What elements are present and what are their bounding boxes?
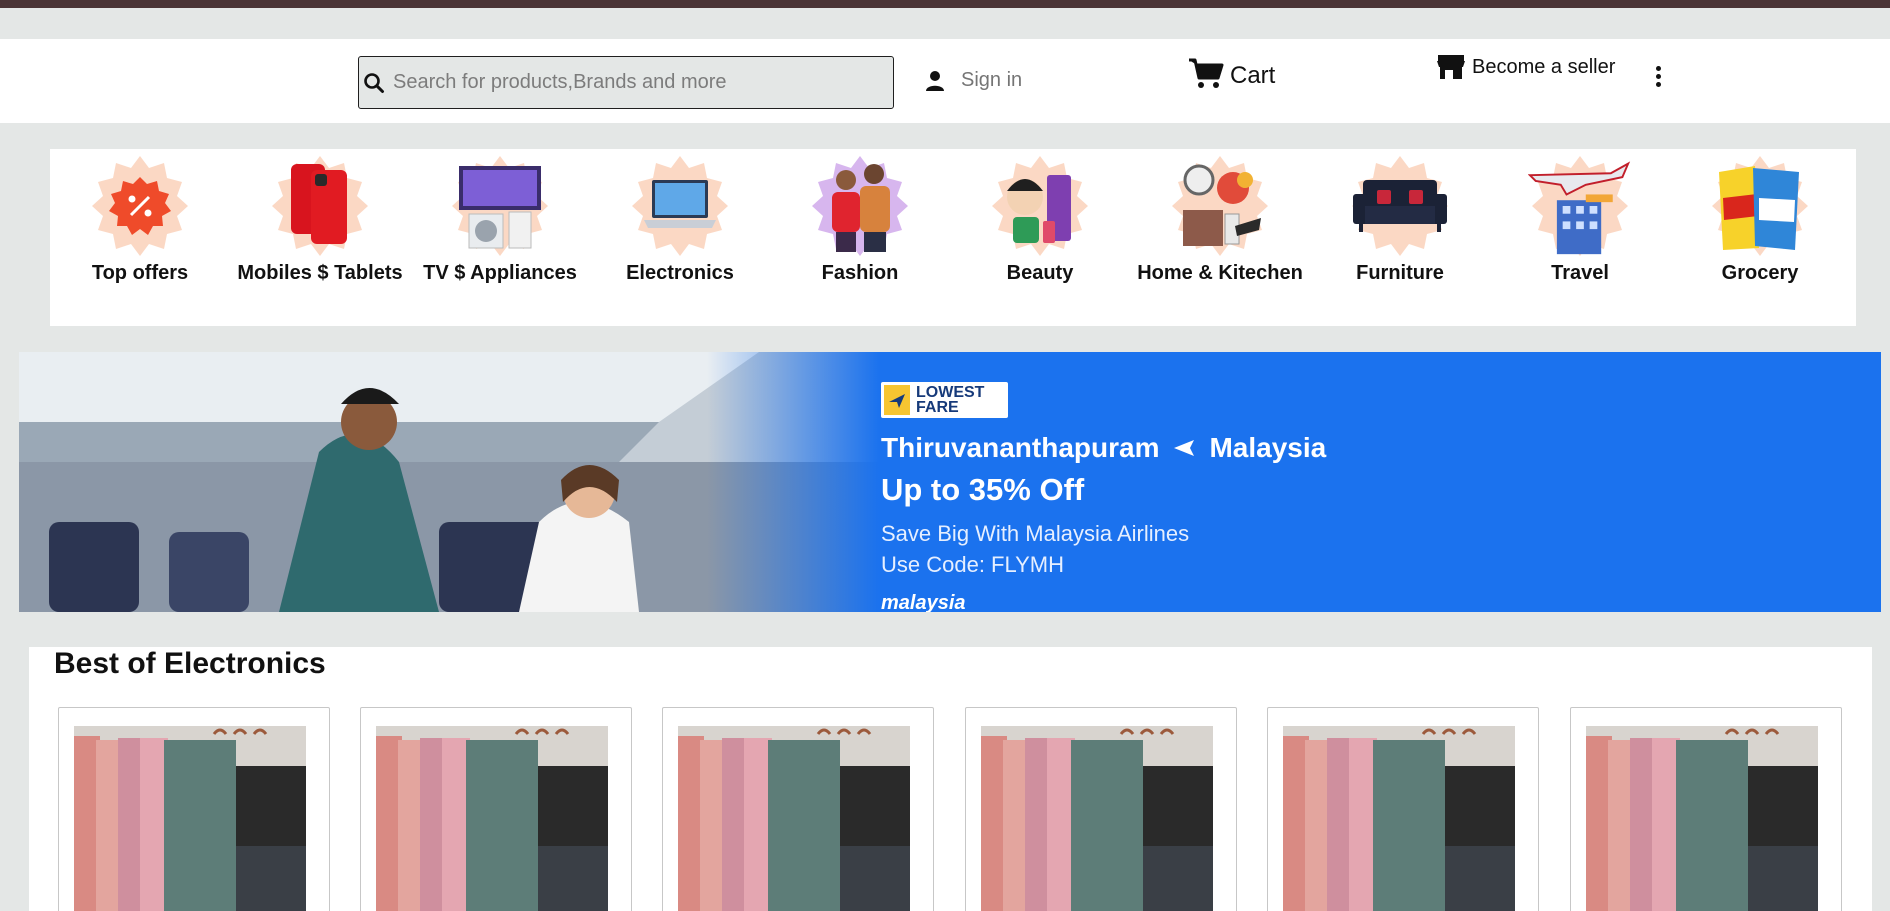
offer-headline: Up to 35% Off xyxy=(881,472,1085,507)
plane-icon xyxy=(1174,440,1195,456)
category-label: Fashion xyxy=(821,262,899,284)
category-label: Grocery xyxy=(1721,262,1799,284)
category-top-offers[interactable]: Top offers xyxy=(50,149,230,326)
airline-logo: malaysia xyxy=(881,592,966,612)
search-input[interactable] xyxy=(393,71,873,94)
towel-rack-image xyxy=(74,726,306,911)
cart-label: Cart xyxy=(1230,62,1276,89)
category-electronics[interactable]: Electronics xyxy=(590,149,770,326)
search-icon xyxy=(364,72,384,93)
beauty-icon xyxy=(1007,175,1071,243)
more-options-icon[interactable] xyxy=(1648,63,1668,89)
badge-text: LOWEST FARE xyxy=(916,384,985,416)
product-card[interactable] xyxy=(1570,707,1842,911)
towel-rack-image xyxy=(678,726,910,911)
airplane-icon xyxy=(889,394,905,408)
category-home-kitchen[interactable]: Home & Kitechen xyxy=(1130,149,1310,326)
category-bar: Top offers Mobiles $ Tablets TV $ Applia xyxy=(50,149,1856,326)
become-seller-button[interactable]: Become a seller xyxy=(1436,54,1615,80)
category-label: Electronics xyxy=(626,262,734,284)
towel-rack-image xyxy=(376,726,608,911)
airline-cabin-image xyxy=(19,352,879,612)
tv-icon xyxy=(459,166,541,249)
category-label: TV $ Appliances xyxy=(423,262,577,284)
cart-icon xyxy=(1189,58,1224,88)
signin-label: Sign in xyxy=(961,69,1023,91)
product-card[interactable] xyxy=(662,707,934,911)
product-card[interactable] xyxy=(360,707,632,911)
category-label: Top offers xyxy=(91,262,189,284)
category-grocery[interactable]: Grocery xyxy=(1670,149,1850,326)
product-card[interactable] xyxy=(58,707,330,911)
phone-icon xyxy=(291,164,347,244)
fashion-icon xyxy=(832,164,890,252)
signin-button[interactable]: Sign in xyxy=(925,69,1022,92)
grocery-icon xyxy=(1719,166,1799,250)
product-card[interactable] xyxy=(1267,707,1539,911)
sofa-icon xyxy=(1353,180,1447,232)
user-icon xyxy=(926,70,944,91)
towel-rack-image xyxy=(1283,726,1515,911)
towel-rack-image xyxy=(1586,726,1818,911)
route-to: Malaysia xyxy=(1209,432,1327,463)
search-box[interactable] xyxy=(358,56,894,109)
category-fashion[interactable]: Fashion xyxy=(770,149,950,326)
home-icon xyxy=(1183,164,1261,246)
towel-rack-image xyxy=(981,726,1213,911)
laptop-icon xyxy=(644,180,716,228)
top-accent-bar xyxy=(0,0,1890,8)
promo-code: Use Code: FLYMH xyxy=(881,552,1064,577)
promo-line: Save Big With Malaysia Airlines xyxy=(881,521,1190,546)
category-label: Beauty xyxy=(1006,262,1074,284)
category-mobiles[interactable]: Mobiles $ Tablets xyxy=(230,149,410,326)
store-icon xyxy=(1437,55,1465,79)
category-label: Mobiles $ Tablets xyxy=(237,262,403,284)
banner-copy: LOWEST FARE Thiruvananthapuram Malaysia … xyxy=(881,382,1326,580)
product-card[interactable] xyxy=(965,707,1237,911)
category-furniture[interactable]: Furniture xyxy=(1310,149,1490,326)
category-travel[interactable]: Travel xyxy=(1490,149,1670,326)
travel-icon xyxy=(1528,161,1631,255)
category-label: Furniture xyxy=(1356,262,1444,284)
seller-label: Become a seller xyxy=(1472,55,1616,78)
header: Sign in Cart Become a seller xyxy=(0,39,1890,123)
category-label: Home & Kitechen xyxy=(1137,262,1303,284)
route-from: Thiruvananthapuram xyxy=(881,432,1160,463)
best-of-electronics-section: Best of Electronics xyxy=(29,647,1872,911)
route: Thiruvananthapuram Malaysia xyxy=(881,432,1326,464)
category-tv-appliances[interactable]: TV $ Appliances xyxy=(410,149,590,326)
discount-icon xyxy=(109,177,171,235)
category-label: Travel xyxy=(1551,262,1609,284)
promo-banner[interactable]: LOWEST FARE Thiruvananthapuram Malaysia … xyxy=(19,352,1881,612)
cart-button[interactable]: Cart xyxy=(1188,56,1275,90)
category-beauty[interactable]: Beauty xyxy=(950,149,1130,326)
lowest-fare-badge: LOWEST FARE xyxy=(881,382,1008,418)
section-title: Best of Electronics xyxy=(54,647,326,680)
